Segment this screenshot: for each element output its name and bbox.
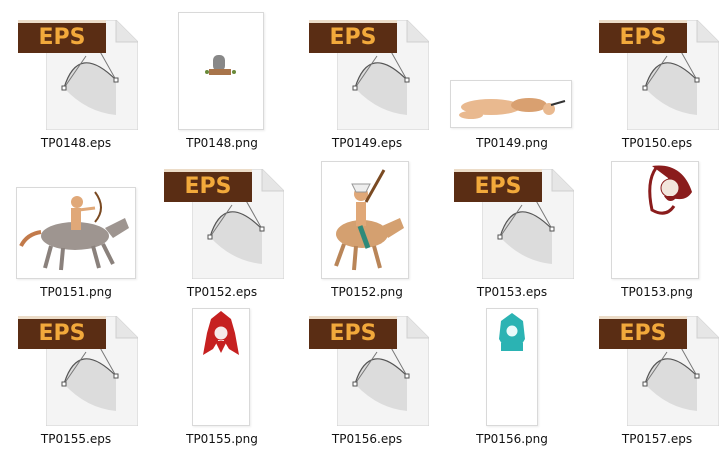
png-thumbnail [192,308,250,426]
horse-rider-image-icon [334,169,404,271]
eps-badge: EPS [164,169,252,202]
png-thumbnail [16,187,136,279]
chief-red-image-icon [203,311,239,355]
eps-file-icon: EPS [18,20,138,130]
file-name: TP0155.eps [40,432,112,446]
chief-head-image-icon [648,165,692,215]
file-name: TP0149.png [476,136,548,150]
eps-file-icon: EPS [454,169,574,279]
file-name: TP0152.png [331,285,403,299]
png-thumbnail [450,80,572,128]
file-item[interactable]: EPS TP0157.eps [587,304,722,454]
png-thumbnail [321,161,409,279]
file-item[interactable]: TP0151.png [6,157,146,307]
eps-file-icon: EPS [18,316,138,426]
file-item[interactable]: TP0152.png [297,157,437,307]
file-name: TP0148.eps [40,136,112,150]
file-item[interactable]: EPS TP0153.eps [442,157,582,307]
eps-badge: EPS [309,20,397,53]
file-item[interactable]: EPS TP0156.eps [297,304,437,454]
file-item[interactable]: TP0148.png [152,8,292,158]
png-thumbnail [178,12,264,130]
png-thumbnail [486,308,538,426]
file-name: TP0155.png [186,432,258,446]
file-name: TP0156.eps [331,432,403,446]
eps-badge: EPS [309,316,397,349]
file-item[interactable]: TP0153.png [587,157,722,307]
file-item[interactable]: EPS TP0148.eps [6,8,146,158]
file-item[interactable]: EPS TP0152.eps [152,157,292,307]
eps-badge: EPS [454,169,542,202]
horse-archer-image-icon [19,191,129,271]
file-item[interactable]: TP0149.png [442,8,582,158]
file-name: TP0156.png [476,432,548,446]
file-item[interactable]: EPS TP0150.eps [587,8,722,158]
eps-file-icon: EPS [164,169,284,279]
file-item[interactable]: EPS TP0149.eps [297,8,437,158]
eps-file-icon: EPS [599,316,719,426]
file-name: TP0149.eps [331,136,403,150]
png-thumbnail [611,161,699,279]
file-name: TP0152.eps [186,285,258,299]
file-name: TP0148.png [186,136,258,150]
file-name: TP0157.eps [621,432,693,446]
file-name: TP0153.eps [476,285,548,299]
eps-badge: EPS [18,20,106,53]
file-name: TP0151.png [40,285,112,299]
lying-figure-image-icon [459,98,566,119]
file-item[interactable]: TP0155.png [152,304,292,454]
eps-badge: EPS [599,20,687,53]
eps-file-icon: EPS [309,20,429,130]
file-item[interactable]: EPS TP0155.eps [6,304,146,454]
chief-teal-image-icon [499,313,525,351]
file-name: TP0153.png [621,285,693,299]
eps-badge: EPS [18,316,106,349]
file-name: TP0150.eps [621,136,693,150]
file-item[interactable]: TP0156.png [442,304,582,454]
eps-badge: EPS [599,316,687,349]
eps-file-icon: EPS [309,316,429,426]
tombstone-image-icon [205,55,236,75]
eps-file-icon: EPS [599,20,719,130]
